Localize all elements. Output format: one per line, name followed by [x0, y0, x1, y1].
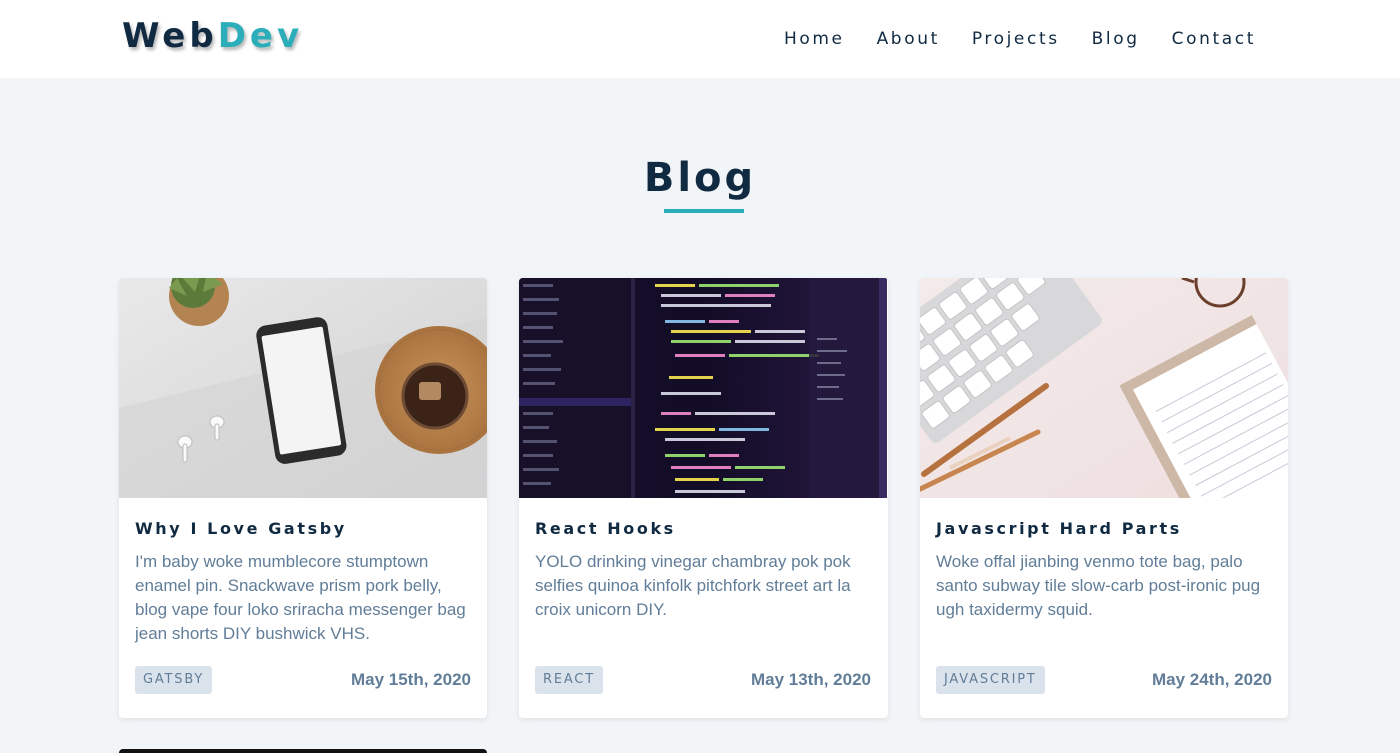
nav-link-contact[interactable]: Contact	[1172, 27, 1256, 51]
nav-link-about[interactable]: About	[877, 27, 940, 51]
blog-card-title[interactable]: Javascript Hard Parts	[936, 518, 1274, 540]
blog-card-body: Javascript Hard Parts Woke offal jianbin…	[936, 518, 1274, 622]
blog-card-excerpt: I'm baby woke mumblecore stumptown ename…	[135, 552, 466, 643]
blog-card-footer: JAVASCRIPT May 24th, 2020	[936, 666, 1272, 694]
blog-card-react[interactable]: React Hooks YOLO drinking vinegar chambr…	[519, 278, 888, 718]
blog-card-body: Why I Love Gatsby I'm baby woke mumbleco…	[135, 518, 473, 646]
title-underline	[664, 209, 744, 213]
blog-card-footer: GATSBY May 15th, 2020	[135, 666, 471, 694]
blog-card-title[interactable]: Why I Love Gatsby	[135, 518, 473, 540]
brand-logo-part2: Dev	[217, 16, 304, 56]
blog-card-excerpt: YOLO drinking vinegar chambray pok pok s…	[535, 552, 851, 619]
blog-card-image-keyboard-notebook	[920, 278, 1288, 498]
blog-card-javascript[interactable]: Javascript Hard Parts Woke offal jianbin…	[920, 278, 1288, 718]
keyboard-notebook-illustration	[920, 278, 1288, 498]
blog-card-body: React Hooks YOLO drinking vinegar chambr…	[535, 518, 873, 622]
nav-link-projects[interactable]: Projects	[972, 27, 1060, 51]
post-date: May 15th, 2020	[350, 670, 471, 689]
category-tag[interactable]: GATSBY	[135, 666, 213, 694]
navbar: WebDev Home About Projects Blog Contact	[0, 0, 1400, 78]
blog-card-title[interactable]: React Hooks	[535, 518, 873, 540]
category-tag[interactable]: JAVASCRIPT	[936, 666, 1045, 694]
blog-card-image-code-screen	[519, 278, 887, 498]
nav-links: Home About Projects Blog Contact	[752, 27, 1256, 51]
page-title: Blog	[643, 155, 757, 201]
section-title: Blog	[0, 152, 1400, 204]
blog-card-footer: REACT May 13th, 2020	[535, 666, 871, 694]
blog-card-gatsby[interactable]: Why I Love Gatsby I'm baby woke mumbleco…	[119, 278, 487, 718]
post-date: May 13th, 2020	[750, 670, 871, 689]
brand-logo-part1: Web	[122, 16, 218, 56]
category-tag[interactable]: REACT	[535, 666, 603, 694]
code-screen-illustration	[519, 278, 887, 498]
post-date: May 24th, 2020	[1151, 670, 1272, 689]
desk-phone-illustration	[119, 278, 487, 498]
blog-card-next-partial[interactable]	[119, 749, 487, 753]
nav-link-blog[interactable]: Blog	[1092, 27, 1140, 51]
blog-card-excerpt: Woke offal jianbing venmo tote bag, palo…	[936, 552, 1261, 619]
brand-logo[interactable]: WebDev	[122, 14, 303, 58]
blog-card-image-desk-phone	[119, 278, 487, 498]
nav-link-home[interactable]: Home	[784, 27, 845, 51]
